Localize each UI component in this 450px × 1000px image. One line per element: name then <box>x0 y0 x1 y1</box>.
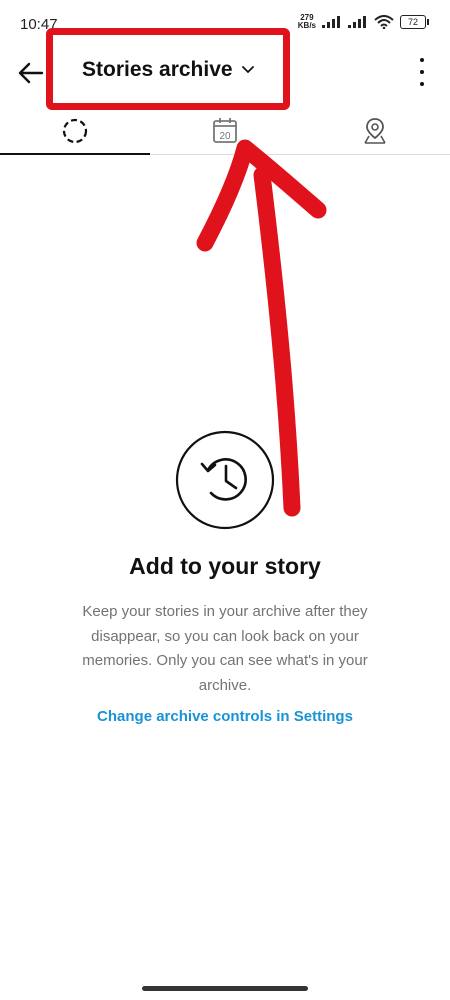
tab-stories[interactable] <box>0 108 150 155</box>
more-options-icon-dot <box>420 82 424 86</box>
calendar-icon: 20 <box>213 118 237 143</box>
more-options-button[interactable] <box>418 58 426 86</box>
signal-icon <box>322 16 340 28</box>
network-speed: 279 KB/s <box>298 14 316 30</box>
tab-calendar[interactable]: 20 <box>150 108 300 154</box>
wifi-icon <box>374 15 394 29</box>
tab-active-indicator <box>0 153 150 155</box>
battery-indicator: 72 <box>400 15 429 29</box>
tab-map[interactable] <box>300 108 450 154</box>
status-icons: 279 KB/s 72 <box>298 14 429 30</box>
network-speed-unit: KB/s <box>297 21 316 30</box>
empty-state: Add to your story Keep your stories in y… <box>0 430 450 725</box>
history-clock-icon <box>175 430 275 530</box>
more-options-icon-dot <box>420 70 424 74</box>
calendar-icon-day: 20 <box>219 131 231 142</box>
map-pin-icon <box>364 118 386 144</box>
empty-state-description: Keep your stories in your archive after … <box>82 603 368 694</box>
annotation-highlight-box <box>46 28 290 110</box>
dashed-circle-icon <box>62 118 88 144</box>
archive-settings-link[interactable]: Change archive controls in Settings <box>0 708 450 725</box>
back-arrow-icon[interactable] <box>14 56 48 90</box>
archive-tabs: 20 <box>0 108 450 155</box>
more-options-icon <box>420 58 424 62</box>
empty-state-title: Add to your story <box>129 553 321 579</box>
home-indicator[interactable] <box>142 986 308 991</box>
signal-icon <box>348 16 366 28</box>
